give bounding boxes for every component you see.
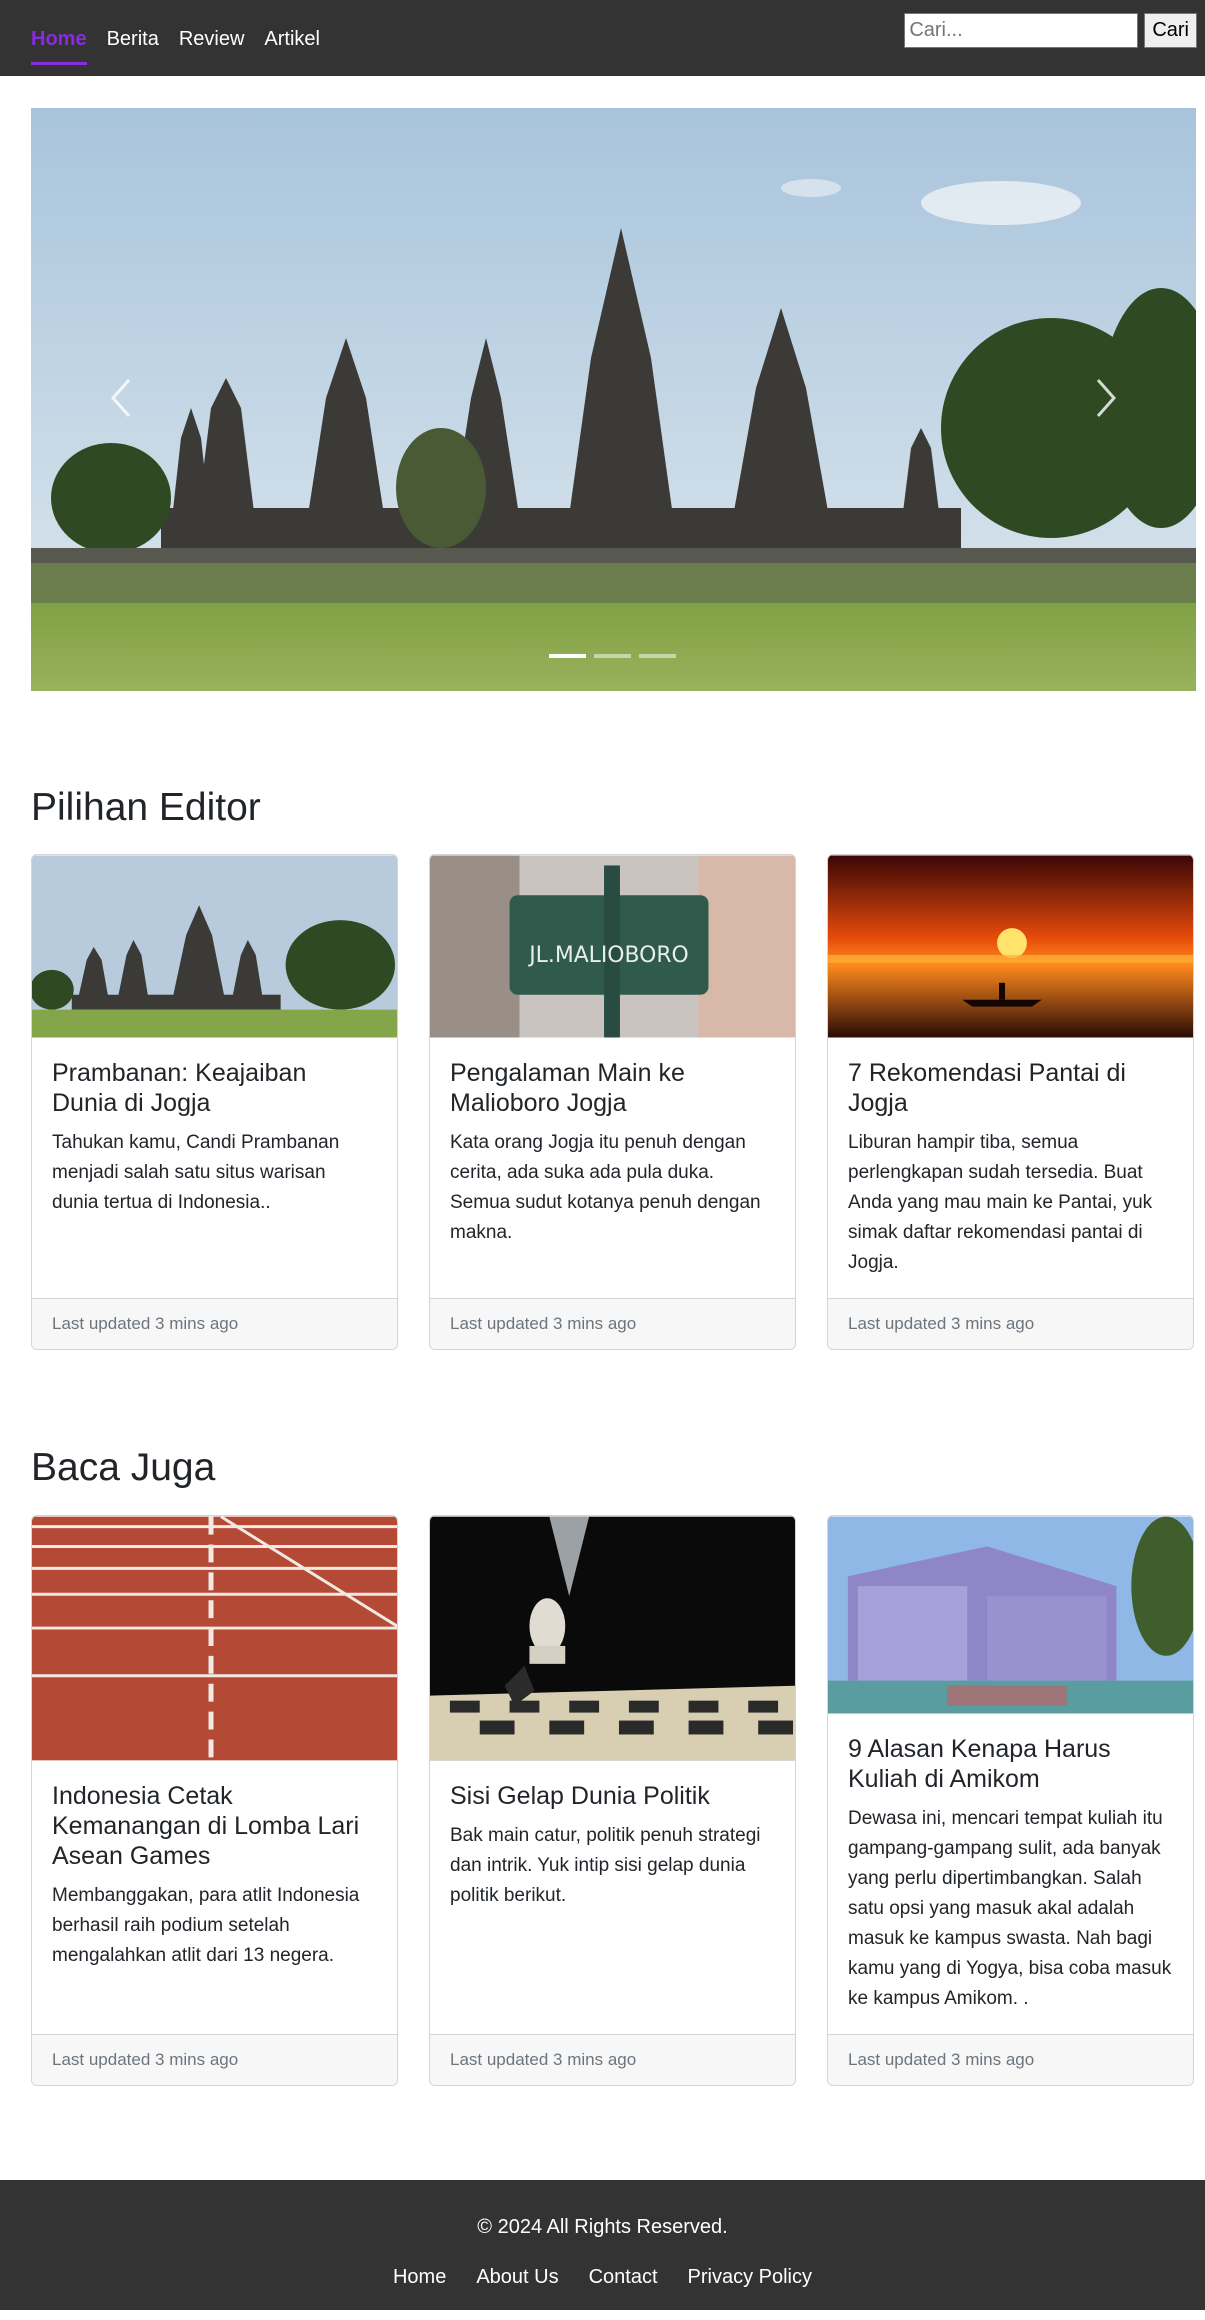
card-text: Tahukan kamu, Candi Prambanan menjadi sa… <box>52 1132 340 1213</box>
section-title-read-also: Baca Juga <box>31 1446 216 1489</box>
chevron-left-icon <box>110 379 131 417</box>
card-updated-text: Last updated 3 mins ago <box>848 2050 1035 2069</box>
malioboro-sign-text: JL.MALIOBORO <box>527 943 689 968</box>
card-title: 7 Rekomendasi Pantai di Jogja <box>848 1059 1126 1117</box>
card[interactable]: 7 Rekomendasi Pantai di Jogja Liburan ha… <box>827 854 1194 1350</box>
card-footer: Last updated 3 mins ago <box>828 2034 1193 2085</box>
nav-link-berita[interactable]: Berita <box>107 26 159 65</box>
card-text: Dewasa ini, mencari tempat kuliah itu ga… <box>848 1808 1172 2009</box>
carousel-next-button[interactable] <box>1076 368 1136 428</box>
card-body: Sisi Gelap Dunia Politik Bak main catur,… <box>430 1761 795 2034</box>
footer-link-home[interactable]: Home <box>393 2266 446 2289</box>
card-image-malioboro-sign: JL.MALIOBORO <box>430 855 795 1038</box>
nav-links: Home Berita Review Artikel <box>31 26 320 65</box>
carousel-slide-image-prambanan <box>31 108 1196 691</box>
card-image-sunset-beach <box>828 855 1193 1038</box>
nav-link-review[interactable]: Review <box>179 26 245 65</box>
card-footer: Last updated 3 mins ago <box>430 1298 795 1349</box>
card-title: Sisi Gelap Dunia Politik <box>450 1782 710 1810</box>
card-body: 7 Rekomendasi Pantai di Jogja Liburan ha… <box>828 1038 1193 1298</box>
copyright-text: © 2024 All Rights Reserved. <box>477 2216 728 2238</box>
card-footer: Last updated 3 mins ago <box>32 1298 397 1349</box>
search-input[interactable] <box>904 13 1139 48</box>
card-updated-text: Last updated 3 mins ago <box>450 1314 637 1333</box>
card-image-prambanan <box>32 855 397 1038</box>
hero-carousel <box>31 108 1196 691</box>
card-text: Liburan hampir tiba, semua perlengkapan … <box>848 1132 1153 1273</box>
carousel-indicators <box>549 654 676 658</box>
carousel-indicator-3[interactable] <box>639 654 676 658</box>
card-title: Pengalaman Main ke Malioboro Jogja <box>450 1059 685 1117</box>
card-body: Prambanan: Keajaiban Dunia di Jogja Tahu… <box>32 1038 397 1298</box>
chevron-right-icon <box>1096 379 1117 417</box>
card-footer: Last updated 3 mins ago <box>828 1298 1193 1349</box>
card-title: Prambanan: Keajaiban Dunia di Jogja <box>52 1059 307 1117</box>
footer-link-privacy[interactable]: Privacy Policy <box>688 2266 812 2289</box>
carousel-indicator-1[interactable] <box>549 654 586 658</box>
nav-link-home[interactable]: Home <box>31 26 87 65</box>
editor-card-row: Prambanan: Keajaiban Dunia di Jogja Tahu… <box>31 854 1196 1350</box>
search-button[interactable]: Cari <box>1144 13 1197 48</box>
card-updated-text: Last updated 3 mins ago <box>848 1314 1035 1333</box>
carousel-prev-button[interactable] <box>91 368 151 428</box>
footer-link-about[interactable]: About Us <box>476 2266 558 2289</box>
footer-link-contact[interactable]: Contact <box>589 2266 658 2289</box>
card-text: Kata orang Jogja itu penuh dengan cerita… <box>450 1132 761 1243</box>
footer-links: Home About Us Contact Privacy Policy <box>0 2266 1205 2289</box>
card-body: Indonesia Cetak Kemanangan di Lomba Lari… <box>32 1761 397 2034</box>
card[interactable]: Indonesia Cetak Kemanangan di Lomba Lari… <box>31 1515 398 2086</box>
card-title: 9 Alasan Kenapa Harus Kuliah di Amikom <box>848 1735 1111 1793</box>
card[interactable]: JL.MALIOBORO Pengalaman Main ke Maliobor… <box>429 854 796 1350</box>
section-title-editor: Pilihan Editor <box>31 786 261 829</box>
card-image-running-track <box>32 1516 397 1761</box>
card-image-amikom-campus <box>828 1516 1193 1714</box>
top-navbar: Home Berita Review Artikel Cari <box>0 0 1205 76</box>
page-footer: © 2024 All Rights Reserved. Home About U… <box>0 2180 1205 2310</box>
card-text: Bak main catur, politik penuh strategi d… <box>450 1825 761 1906</box>
read-card-row: Indonesia Cetak Kemanangan di Lomba Lari… <box>31 1515 1196 2086</box>
card-footer: Last updated 3 mins ago <box>430 2034 795 2085</box>
card-image-chess <box>430 1516 795 1761</box>
card[interactable]: 9 Alasan Kenapa Harus Kuliah di Amikom D… <box>827 1515 1194 2086</box>
card-body: Pengalaman Main ke Malioboro Jogja Kata … <box>430 1038 795 1298</box>
card-updated-text: Last updated 3 mins ago <box>52 2050 239 2069</box>
card-updated-text: Last updated 3 mins ago <box>52 1314 239 1333</box>
card[interactable]: Sisi Gelap Dunia Politik Bak main catur,… <box>429 1515 796 2086</box>
card-footer: Last updated 3 mins ago <box>32 2034 397 2085</box>
carousel-indicator-2[interactable] <box>594 654 631 658</box>
card-updated-text: Last updated 3 mins ago <box>450 2050 637 2069</box>
card-title: Indonesia Cetak Kemanangan di Lomba Lari… <box>52 1782 360 1870</box>
card-text: Membanggakan, para atlit Indonesia berha… <box>52 1885 360 1966</box>
search-form: Cari <box>904 13 1197 48</box>
card-body: 9 Alasan Kenapa Harus Kuliah di Amikom D… <box>828 1714 1193 2034</box>
nav-link-artikel[interactable]: Artikel <box>264 26 320 65</box>
card[interactable]: Prambanan: Keajaiban Dunia di Jogja Tahu… <box>31 854 398 1350</box>
